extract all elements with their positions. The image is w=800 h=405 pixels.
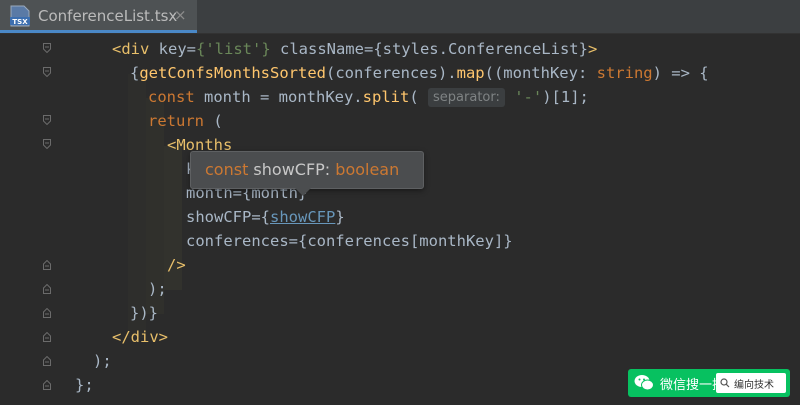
fold-open-icon[interactable] xyxy=(43,67,51,77)
indent-guide xyxy=(128,74,146,338)
tooltip-type: boolean xyxy=(335,160,400,179)
tab-bar: TSX ConferenceList.tsx × xyxy=(0,0,800,34)
tooltip-keyword: const xyxy=(205,160,249,179)
string-literal: '-' xyxy=(514,88,543,106)
attr-value: {'list'} xyxy=(196,40,271,58)
fold-close-icon[interactable] xyxy=(43,284,51,294)
search-icon xyxy=(720,378,730,388)
code-text: )[1]; xyxy=(542,88,589,106)
tab-conferencelist[interactable]: TSX ConferenceList.tsx × xyxy=(0,0,197,33)
fold-close-icon[interactable] xyxy=(43,380,51,390)
code-text: })} xyxy=(130,304,158,322)
code-text: ); xyxy=(93,352,112,370)
fold-close-icon[interactable] xyxy=(43,332,51,342)
fold-open-icon[interactable] xyxy=(43,43,51,53)
function-name: getConfsMonthsSorted xyxy=(139,64,326,82)
code-line-9: conferences={conferences[monthKey]} xyxy=(186,229,513,253)
jsx-tag: </div> xyxy=(112,328,168,346)
attr-name: className= xyxy=(270,40,374,58)
code-text: ); xyxy=(148,280,167,298)
fold-close-icon[interactable] xyxy=(43,308,51,318)
jsx-tag: > xyxy=(587,40,598,58)
code-text: conferences={conferences[monthKey]} xyxy=(186,232,513,250)
tooltip-text: const showCFP: boolean xyxy=(205,160,399,179)
code-line-1: <div key={'list'} className={styles.Conf… xyxy=(112,37,597,61)
code-line-11: ); xyxy=(148,277,167,301)
code-line-8: showCFP={showCFP} xyxy=(186,205,345,229)
tab-title: ConferenceList.tsx xyxy=(38,7,178,25)
code-text: ( xyxy=(204,112,223,130)
type-keyword: string xyxy=(596,64,653,82)
fold-close-icon[interactable] xyxy=(43,260,51,270)
fold-open-icon[interactable] xyxy=(43,115,51,125)
wechat-logo-icon xyxy=(634,375,654,391)
fold-open-icon[interactable] xyxy=(43,139,51,149)
function-name: map xyxy=(456,64,485,82)
jsx-tag: /> xyxy=(167,256,186,274)
code-line-10: /> xyxy=(167,253,186,277)
code-text: } xyxy=(335,208,345,226)
code-line-15: }; xyxy=(75,373,94,397)
tsx-file-icon: TSX xyxy=(10,5,30,27)
code-line-12: })} xyxy=(130,301,158,325)
code-line-14: ); xyxy=(93,349,112,373)
attr-name: key= xyxy=(149,40,196,58)
code-editor[interactable]: <div key={'list'} className={styles.Conf… xyxy=(0,34,800,405)
fold-close-icon[interactable] xyxy=(43,356,51,366)
attr-name: showCFP={ xyxy=(186,208,270,226)
attr-value: {styles.ConferenceList} xyxy=(373,40,588,58)
parameter-hint: separator: xyxy=(428,88,505,107)
keyword: const xyxy=(148,88,195,106)
code-line-4: return ( xyxy=(148,109,223,133)
jsx-tag: <div xyxy=(112,40,150,58)
code-text: ) => { xyxy=(652,64,709,82)
function-name: split xyxy=(362,88,410,106)
code-line-2: {getConfsMonthsSorted(conferences).map((… xyxy=(130,61,709,85)
code-text: }; xyxy=(75,376,94,394)
brace: { xyxy=(130,64,140,82)
showcfp-reference-link[interactable]: showCFP xyxy=(270,208,335,226)
code-line-13: </div> xyxy=(112,325,168,349)
tooltip-arrow xyxy=(295,188,311,196)
watermark-search-box: 编向技术 xyxy=(716,373,786,393)
code-line-3: const month = monthKey.split( separator:… xyxy=(148,85,589,109)
wechat-search-watermark: 微信搜一搜 编向技术 xyxy=(628,369,790,397)
code-text: (conferences). xyxy=(325,64,457,82)
code-text: ((monthKey: xyxy=(484,64,597,82)
gutter xyxy=(0,34,64,405)
tsx-icon-label: TSX xyxy=(12,18,28,26)
code-text: month = monthKey. xyxy=(194,88,363,106)
keyword: return xyxy=(148,112,204,130)
type-info-tooltip: const showCFP: boolean xyxy=(190,151,424,189)
tooltip-name: showCFP: xyxy=(248,160,336,179)
code-text: ( xyxy=(409,88,419,106)
close-icon[interactable]: × xyxy=(174,6,187,24)
watermark-search-text: 编向技术 xyxy=(734,380,774,391)
